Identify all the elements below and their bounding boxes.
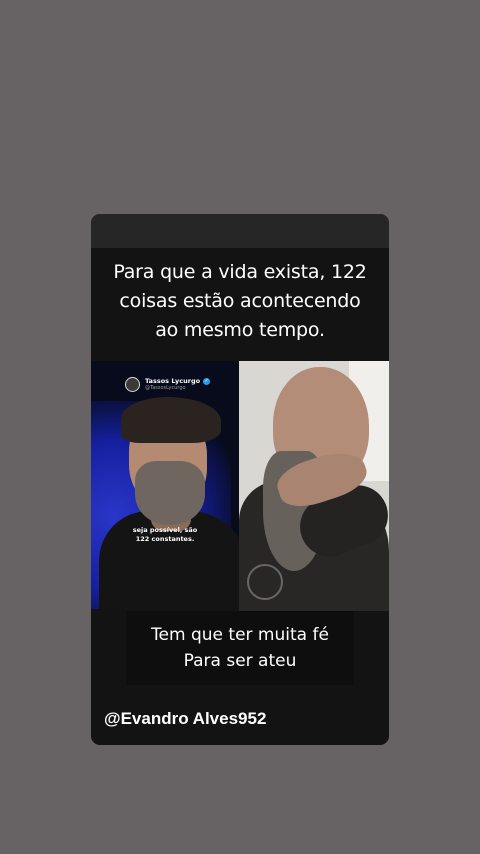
left-caption-line-1: seja possível, são xyxy=(132,526,198,534)
subtitle-box: Tem que ter muita fé Para ser ateu xyxy=(126,611,354,685)
subtitle-line-1: Tem que ter muita fé xyxy=(151,625,329,645)
headline-line-2: coisas estão acontecendo xyxy=(119,290,361,312)
left-caption-line-2: 122 constantes. xyxy=(135,535,195,543)
headline-text: Para que a vida exista, 122 coisas estão… xyxy=(91,258,389,345)
right-video-panel[interactable] xyxy=(239,361,389,611)
left-video-caption: seja possível, são 122 constantes. xyxy=(125,526,205,544)
left-video-panel[interactable]: Tassos Lycurgo ✓ @TassosLycurgo seja pos… xyxy=(91,361,239,609)
headline-line-3: ao mesmo tempo. xyxy=(155,319,325,341)
left-person-beard xyxy=(135,461,205,525)
subtitle-line-2: Para ser ateu xyxy=(183,651,297,671)
profile-header[interactable]: Tassos Lycurgo ✓ @TassosLycurgo xyxy=(125,377,211,392)
left-person-hair xyxy=(121,397,221,443)
profile-name-line: Tassos Lycurgo ✓ xyxy=(145,377,211,385)
verified-check-icon: ✓ xyxy=(203,377,211,385)
profile-text: Tassos Lycurgo ✓ @TassosLycurgo xyxy=(145,377,211,392)
profile-handle: @TassosLycurgo xyxy=(145,385,186,391)
story-card[interactable]: Para que a vida exista, 122 coisas estão… xyxy=(91,214,389,745)
profile-avatar[interactable] xyxy=(125,377,140,392)
headline-line-1: Para que a vida exista, 122 xyxy=(113,261,367,283)
profile-name: Tassos Lycurgo xyxy=(145,377,201,385)
shirt-emblem-icon xyxy=(247,564,283,600)
author-watermark: @Evandro Alves952 xyxy=(104,709,267,728)
card-top-bar xyxy=(91,214,389,248)
